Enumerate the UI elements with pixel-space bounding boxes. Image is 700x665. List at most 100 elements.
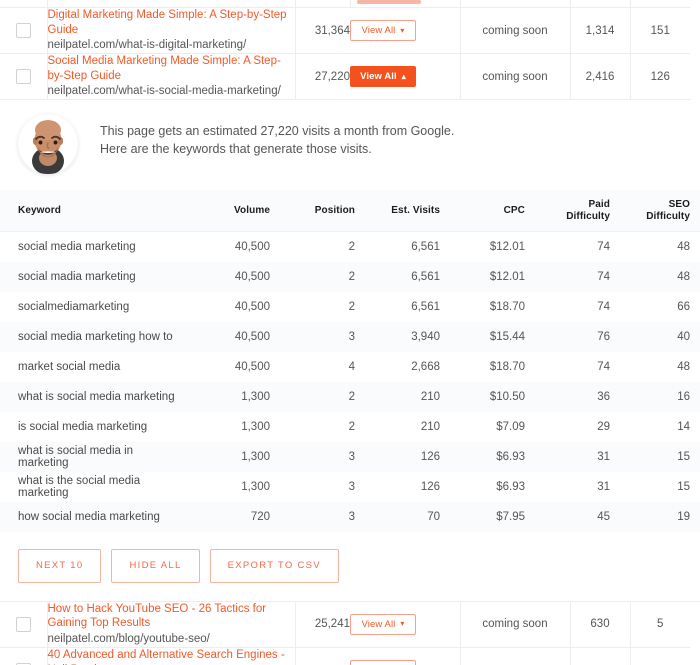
keyword-est-visits: 2,668 [411,360,440,373]
page-url: neilpatel.com/what-is-digital-marketing/ [47,39,247,51]
view-all-cell: View All ▾ [350,647,460,665]
next-10-button[interactable]: NEXT 10 [18,548,102,583]
row-checkbox[interactable] [15,616,31,632]
export-to-csv-button[interactable]: EXPORT TO CSV [209,548,339,583]
keyword-est-visits: 70 [427,510,440,523]
table-row[interactable]: how social media marketing 720 3 70 $7.9… [0,501,700,532]
keyword-seo-difficulty: 16 [677,390,690,403]
page-paid-difficulty: 630 [569,601,630,648]
view-all-button-active[interactable]: View All ▴ [350,66,416,87]
column-header-est-visits[interactable]: Est. Visits [365,190,450,232]
keyword-est-visits: 210 [420,420,440,433]
table-row[interactable]: what is social media in marketing 1,300 … [0,441,700,472]
table-row[interactable]: social media marketing 40,500 2 6,561 $1… [0,231,700,262]
table-row[interactable]: what is social media marketing 1,300 2 2… [0,381,700,412]
row-select-cell[interactable] [0,53,47,100]
view-all-label: View All [361,25,396,36]
table-row[interactable]: How to Hack YouTube SEO - 26 Tactics for… [0,601,690,648]
view-all-button[interactable]: View All ▾ [350,20,416,41]
column-header-seo-difficulty[interactable]: SEO Difficulty [620,190,700,232]
page-title-link[interactable]: Social Media Marketing Made Simple: A St… [48,54,295,83]
keyword-position: 4 [348,360,355,373]
table-row[interactable]: what is the social media marketing 1,300… [0,471,700,502]
keyword-position: 2 [348,420,355,433]
chevron-down-icon: ▾ [400,619,405,629]
keyword-position: 3 [348,510,355,523]
keyword-est-visits: 3,940 [411,330,440,343]
table-row[interactable]: socialmediamarketing 40,500 2 6,561 $18.… [0,291,700,322]
keyword-actions-bar: NEXT 10 HIDE ALL EXPORT TO CSV [0,531,700,602]
keyword-cpc: $18.70 [489,360,525,373]
keyword-paid-difficulty: 74 [597,300,610,313]
keyword-paid-difficulty: 31 [597,450,610,463]
keyword-seo-difficulty: 40 [677,330,690,343]
row-checkbox[interactable] [15,23,31,38]
keyword-position: 2 [348,300,355,313]
page-url: neilpatel.com/blog/youtube-seo/ [47,632,210,645]
page-volume: 31,364 [294,8,350,54]
keyword-seo-difficulty: 15 [677,450,690,463]
view-all-button[interactable]: View All ▾ [350,660,416,665]
page-title-link[interactable]: Digital Marketing Made Simple: A Step-by… [48,8,295,37]
page-status: coming soon [459,53,570,100]
table-row[interactable]: social media marketing how to 40,500 3 3… [0,321,700,352]
view-all-button[interactable]: View All ▾ [350,613,416,635]
keyword-table-header-row: Keyword Volume Position Est. Visits CPC … [0,190,700,232]
column-header-cpc[interactable]: CPC [450,190,535,232]
table-row[interactable]: is social media marketing 1,300 2 210 $7… [0,411,700,442]
keyword-cpc: $12.01 [489,240,525,253]
table-row[interactable]: market social media 40,500 4 2,668 $18.7… [0,351,700,382]
table-row[interactable]: Social Media Marketing Made Simple: A St… [0,53,690,100]
page-status: coming soon [459,601,570,648]
pages-table-bottom: How to Hack YouTube SEO - 26 Tactics for… [0,601,690,665]
row-select-cell[interactable] [0,601,47,648]
row-checkbox[interactable] [15,69,31,84]
page-paid-difficulty: 22 [569,647,630,665]
page-title-link[interactable]: How to Hack YouTube SEO - 26 Tactics for… [48,602,295,631]
avatar [18,114,78,174]
view-all-label: View All [361,618,396,630]
keyword-name: is social media marketing [18,420,148,433]
keyword-paid-difficulty: 74 [597,240,610,253]
column-header-keyword[interactable]: Keyword [0,190,195,232]
chevron-down-icon: ▾ [400,25,405,35]
page-seo-difficulty: 126 [629,53,690,100]
row-select-cell[interactable] [0,647,47,665]
keyword-cpc: $6.93 [496,450,525,463]
keyword-name: socialmediamarketing [18,300,130,313]
hide-all-button[interactable]: HIDE ALL [111,548,200,583]
page-volume: 27,220 [294,53,350,100]
keyword-est-visits: 6,561 [411,270,440,283]
column-header-position[interactable]: Position [280,190,365,232]
table-row[interactable]: social madia marketing 40,500 2 6,561 $1… [0,261,700,292]
keyword-cpc: $18.70 [489,300,525,313]
keyword-paid-difficulty: 31 [597,480,610,493]
keyword-paid-difficulty: 76 [597,330,610,343]
keyword-name: what is social media in marketing [18,444,134,469]
keyword-cpc: $15.44 [489,330,525,343]
page-status: coming soon [459,647,570,665]
keyword-name: social madia marketing [18,270,136,283]
keyword-position: 2 [348,390,355,403]
keyword-cpc: $7.95 [496,510,525,523]
table-row[interactable]: Digital Marketing Made Simple: A Step-by… [0,8,690,54]
keyword-est-visits: 6,561 [411,300,440,313]
table-row[interactable]: 40 Advanced and Alternative Search Engin… [0,647,690,665]
chevron-up-icon: ▴ [401,71,406,81]
column-header-volume[interactable]: Volume [195,190,280,232]
column-header-paid-difficulty[interactable]: Paid Difficulty [535,190,620,232]
keyword-cpc: $10.50 [489,390,525,403]
keyword-paid-difficulty: 74 [597,360,610,373]
keyword-seo-difficulty: 15 [677,480,690,493]
row-select-cell[interactable] [0,8,47,54]
page-info-cell: Social Media Marketing Made Simple: A St… [46,53,295,100]
keyword-cpc: $6.93 [496,480,525,493]
view-all-label: View All [360,71,397,82]
page-title-link[interactable]: 40 Advanced and Alternative Search Engin… [48,648,295,665]
keyword-volume: 1,300 [241,420,270,433]
seo-keyword-report-page: Digital Marketing Made Simple: A Step-by… [0,0,700,665]
view-all-cell: View All ▾ [350,8,460,54]
keyword-paid-difficulty: 45 [597,510,610,523]
keyword-position: 3 [348,450,355,463]
keyword-paid-difficulty: 74 [597,270,610,283]
